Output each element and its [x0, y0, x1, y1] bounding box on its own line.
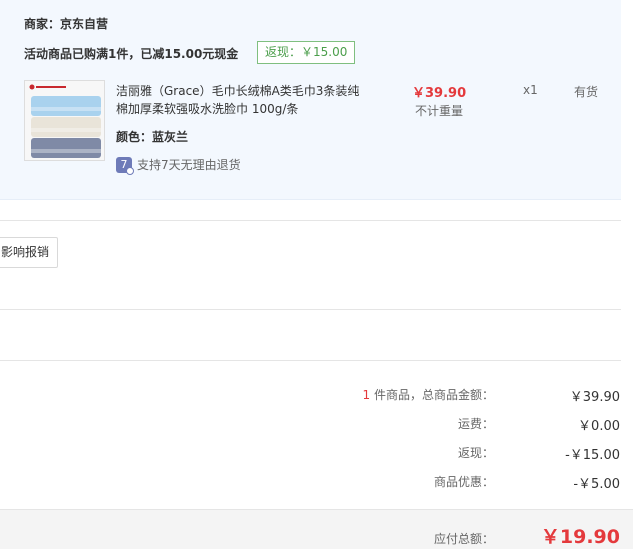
payable-value: ￥19.90 [540, 526, 620, 548]
seller-name[interactable]: 京东自营 [60, 17, 108, 31]
discount-value: -￥5.00 [573, 477, 620, 492]
product-image[interactable] [24, 80, 105, 161]
towel-gray [31, 138, 101, 158]
order-item-panel: 商家：京东自营 活动商品已购满1件，已减15.00元现金 返现：￥15.00 洁… [0, 0, 621, 200]
rebate-label: 返现： [457, 446, 494, 460]
brand-logo-icon [29, 84, 66, 90]
shipping-value: ￥0.00 [578, 419, 620, 434]
towel-beige [31, 117, 101, 137]
item-price: ￥39.90 [412, 86, 467, 101]
product-color: 颜色：蓝灰兰 [116, 128, 188, 145]
discount-label: 商品优惠： [433, 475, 494, 489]
total-label-text: 件商品，总商品金额： [370, 388, 494, 402]
stock-status: 有货 [574, 85, 599, 99]
return-policy: 7 支持7天无理由退货 [116, 156, 241, 175]
return-policy-text: 支持7天无理由退货 [137, 158, 241, 172]
seller-info: 商家：京东自营 [24, 15, 108, 32]
total-label: 1 件商品，总商品金额： [363, 386, 494, 403]
promotion-text: 活动商品已购满1件，已减15.00元现金 [24, 47, 239, 61]
weight-note: 不计重量 [415, 104, 464, 118]
section-divider [0, 309, 621, 310]
seller-label: 商家： [24, 17, 61, 31]
shipping-label: 运费： [457, 417, 494, 431]
towel-band [31, 128, 101, 132]
payable-total-bar: 应付总额： ￥19.90 [0, 509, 633, 549]
invoice-button[interactable]: 影响报销 [0, 237, 58, 268]
rebate-value: -￥15.00 [565, 448, 620, 463]
towel-band [31, 107, 101, 111]
item-quantity: x1 [523, 83, 538, 97]
rebate-tag: 返现：￥15.00 [257, 41, 356, 64]
seven-day-return-icon: 7 [116, 156, 134, 175]
section-divider [0, 360, 621, 361]
payable-label: 应付总额： [433, 532, 494, 546]
towel-band [31, 149, 101, 153]
section-divider [0, 220, 621, 221]
total-value: ￥39.90 [569, 390, 620, 405]
product-name-link[interactable]: 洁丽雅（Grace）毛巾长绒棉A类毛巾3条装纯棉加厚柔软强吸水洗脸巾 100g/… [116, 82, 366, 118]
color-value: 蓝灰兰 [152, 130, 189, 144]
color-label: 颜色： [116, 130, 153, 144]
towel-blue [31, 96, 101, 116]
